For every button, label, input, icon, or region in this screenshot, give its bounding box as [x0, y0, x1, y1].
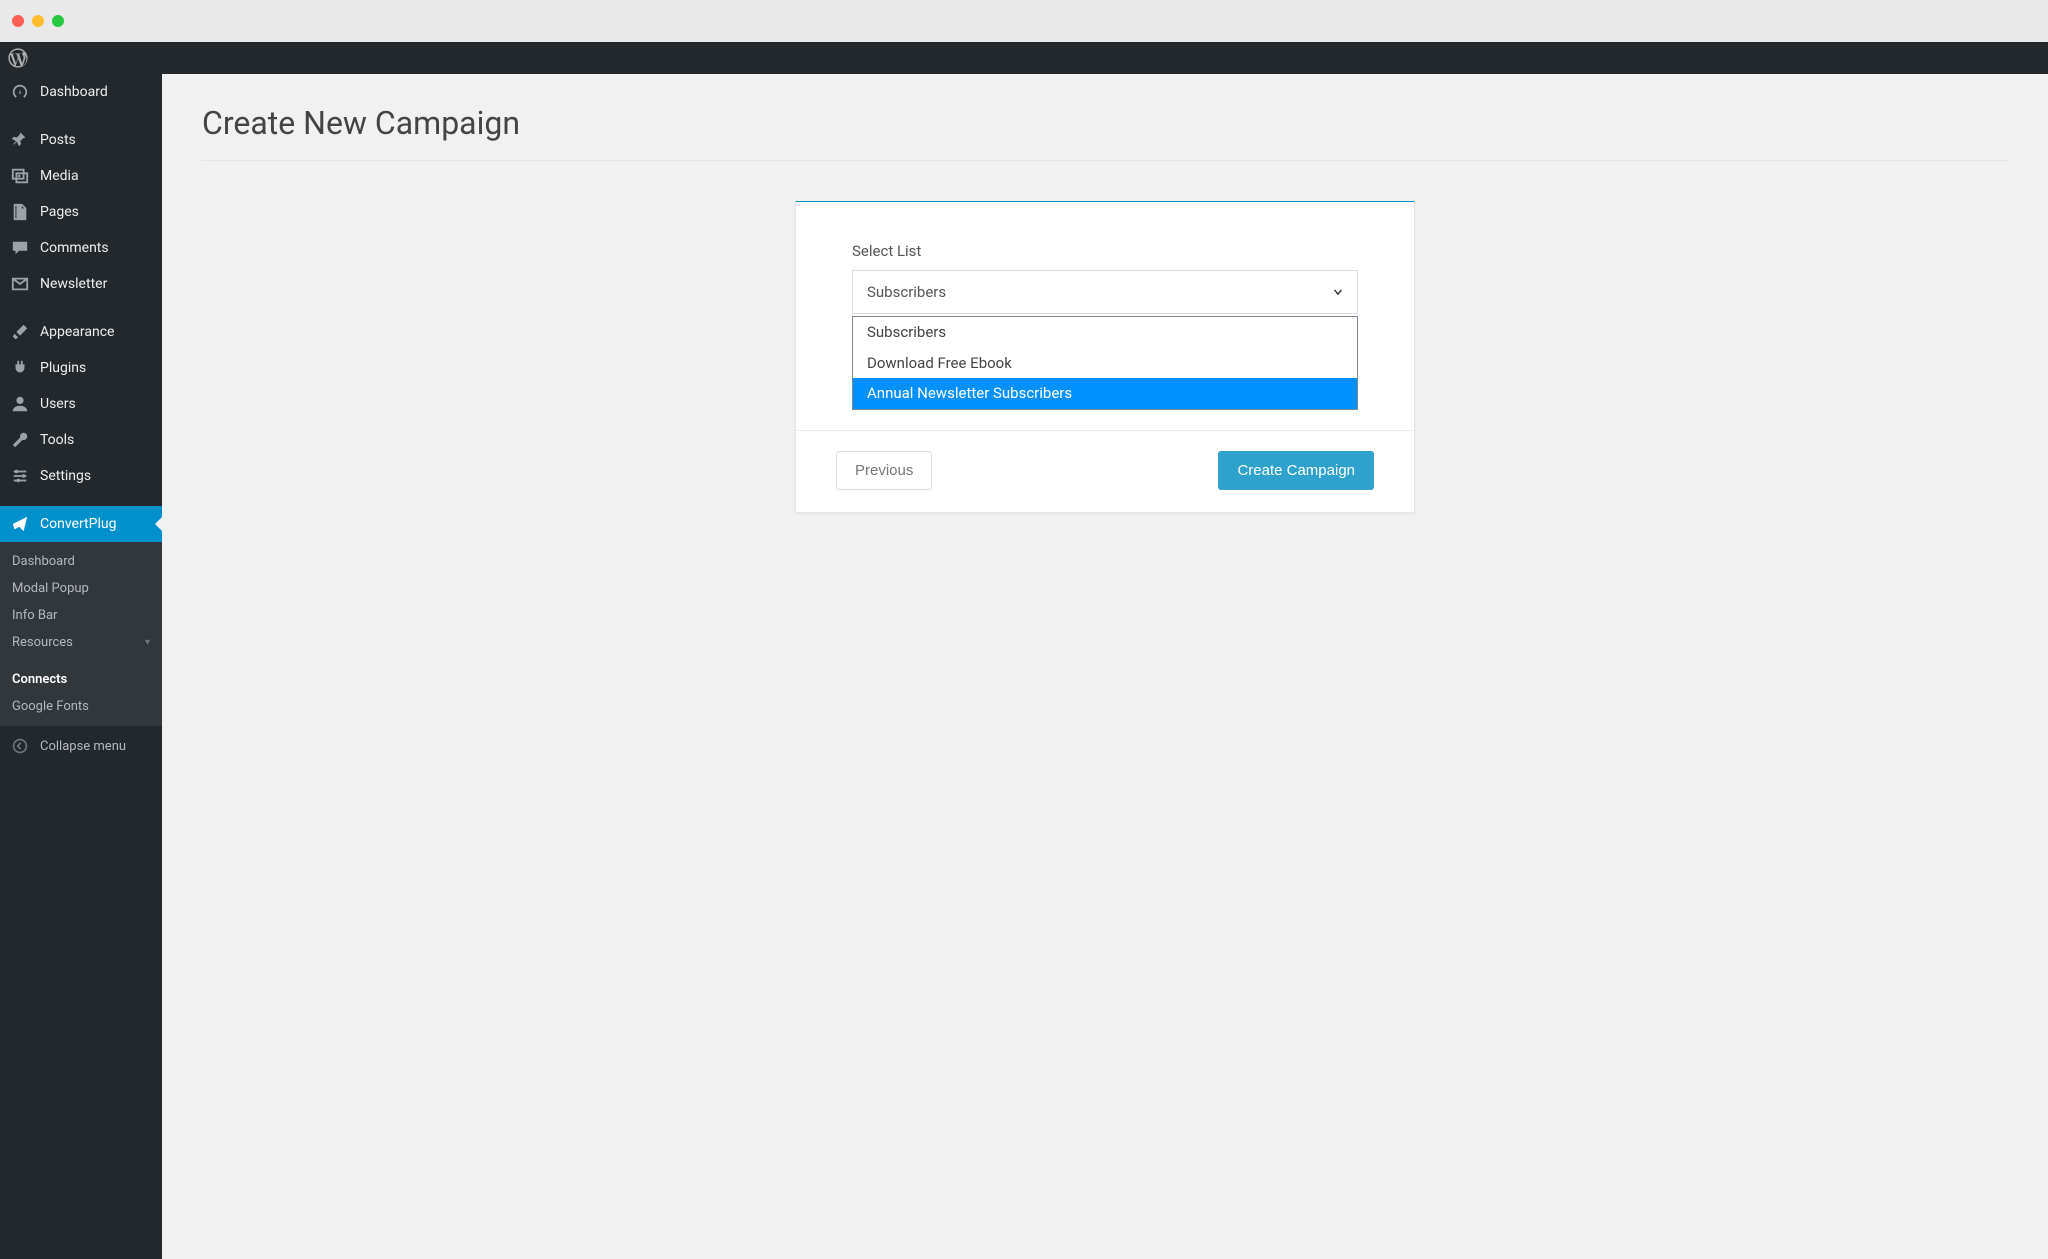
submenu-item[interactable]: Google Fonts — [0, 693, 162, 720]
pages-icon — [10, 202, 30, 222]
sidebar-item-label: Newsletter — [40, 276, 107, 292]
page-title: Create New Campaign — [202, 104, 2008, 142]
main-content: Create New Campaign Select List Subscrib… — [162, 74, 2048, 1259]
submenu-item-label: Info Bar — [12, 608, 57, 623]
sidebar-item-media[interactable]: Media — [0, 158, 162, 194]
sidebar-item-label: ConvertPlug — [40, 516, 116, 532]
sidebar-item-label: Pages — [40, 204, 79, 220]
submenu-item[interactable]: Resources ▾ — [0, 629, 162, 656]
collapse-menu-button[interactable]: Collapse menu — [0, 726, 162, 766]
submenu-item-label: Modal Popup — [12, 581, 89, 596]
submenu-item-label: Resources — [12, 635, 73, 650]
sidebar-item-label: Users — [40, 396, 76, 412]
select-list-value: Subscribers — [867, 283, 946, 301]
sidebar-item-label: Settings — [40, 468, 91, 484]
sidebar-item-label: Comments — [40, 240, 109, 256]
mac-titlebar — [0, 0, 2048, 42]
caret-down-icon: ▾ — [145, 637, 150, 648]
convertplug-submenu: Dashboard Modal Popup Info Bar Resources ▾ Co… — [0, 542, 162, 726]
sidebar-item-comments[interactable]: Comments — [0, 230, 162, 266]
sidebar-item-appearance[interactable]: Appearance — [0, 314, 162, 350]
sidebar-item-label: Tools — [40, 432, 74, 448]
sidebar-item-pages[interactable]: Pages — [0, 194, 162, 230]
pin-icon — [10, 130, 30, 150]
sidebar-item-plugins[interactable]: Plugins — [0, 350, 162, 386]
dropdown-option[interactable]: Subscribers — [853, 317, 1357, 348]
dashboard-icon — [10, 82, 30, 102]
wordpress-logo-icon[interactable] — [8, 48, 28, 68]
admin-sidebar: Dashboard Posts Media Pages Comments Newslett… — [0, 74, 162, 1259]
dropdown-option[interactable]: Download Free Ebook — [853, 348, 1357, 379]
user-icon — [10, 394, 30, 414]
window-minimize-dot[interactable] — [32, 15, 44, 27]
create-campaign-button[interactable]: Create Campaign — [1218, 451, 1374, 490]
submenu-item[interactable]: Modal Popup — [0, 575, 162, 602]
sidebar-item-label: Posts — [40, 132, 76, 148]
window-close-dot[interactable] — [12, 15, 24, 27]
wp-admin-bar — [0, 42, 2048, 74]
submenu-item[interactable]: Info Bar — [0, 602, 162, 629]
sliders-icon — [10, 466, 30, 486]
comment-icon — [10, 238, 30, 258]
submenu-item[interactable]: Dashboard — [0, 548, 162, 575]
sidebar-item-label: Plugins — [40, 360, 86, 376]
sidebar-item-dashboard[interactable]: Dashboard — [0, 74, 162, 110]
paperplane-icon — [10, 514, 30, 534]
sidebar-item-users[interactable]: Users — [0, 386, 162, 422]
title-divider — [202, 160, 2008, 161]
sidebar-item-newsletter[interactable]: Newsletter — [0, 266, 162, 302]
sidebar-item-convertplug[interactable]: ConvertPlug — [0, 506, 162, 542]
sidebar-item-label: Appearance — [40, 324, 114, 340]
wrench-icon — [10, 430, 30, 450]
collapse-menu-label: Collapse menu — [40, 739, 126, 754]
sidebar-item-label: Dashboard — [40, 84, 108, 100]
sidebar-item-posts[interactable]: Posts — [0, 122, 162, 158]
mail-icon — [10, 274, 30, 294]
media-icon — [10, 166, 30, 186]
plug-icon — [10, 358, 30, 378]
select-list-dropdown[interactable]: Subscribers — [852, 270, 1358, 314]
sidebar-item-label: Media — [40, 168, 79, 184]
collapse-icon — [10, 736, 30, 756]
submenu-item-label: Connects — [12, 672, 67, 687]
dropdown-option[interactable]: Annual Newsletter Subscribers — [853, 378, 1357, 409]
sidebar-item-settings[interactable]: Settings — [0, 458, 162, 494]
card-footer: Previous Create Campaign — [796, 430, 1414, 512]
chevron-down-icon — [1331, 285, 1345, 299]
submenu-item-label: Google Fonts — [12, 699, 89, 714]
sidebar-item-tools[interactable]: Tools — [0, 422, 162, 458]
select-list-options: SubscribersDownload Free EbookAnnual New… — [852, 316, 1358, 410]
submenu-item[interactable]: Connects — [0, 666, 162, 693]
submenu-item-label: Dashboard — [12, 554, 75, 569]
select-list-label: Select List — [852, 242, 1358, 260]
previous-button[interactable]: Previous — [836, 451, 932, 490]
campaign-card: Select List Subscribers SubscribersDownl… — [795, 201, 1415, 513]
brush-icon — [10, 322, 30, 342]
window-zoom-dot[interactable] — [52, 15, 64, 27]
